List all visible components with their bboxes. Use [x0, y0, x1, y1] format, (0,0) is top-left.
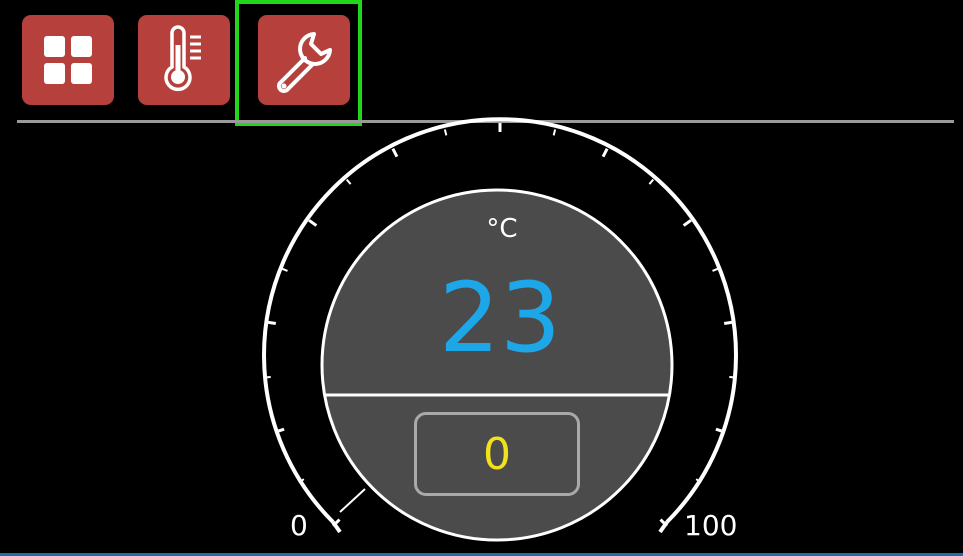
- gauge-tick: [443, 129, 448, 136]
- gauge-tick: [601, 148, 609, 158]
- gauge-needle: [339, 488, 366, 513]
- temperature-unit: °C: [486, 214, 518, 244]
- gauge-tick: [723, 320, 734, 325]
- gauge-tick: [648, 178, 655, 185]
- scale-min-label: 0: [290, 509, 308, 542]
- temperature-value: 23: [438, 262, 562, 374]
- gauge-tick: [281, 267, 288, 272]
- scale-max-label: 100: [684, 509, 738, 542]
- gauge-tick: [266, 320, 277, 325]
- gauge-tick: [552, 129, 557, 136]
- setpoint-field[interactable]: 0: [414, 412, 580, 496]
- gauge-tick: [308, 219, 318, 227]
- gauge-tick: [345, 178, 352, 185]
- setpoint-value: 0: [483, 428, 511, 480]
- gauge-tick: [682, 219, 692, 227]
- gauge-tick: [391, 148, 399, 158]
- gauge-tick: [712, 267, 719, 272]
